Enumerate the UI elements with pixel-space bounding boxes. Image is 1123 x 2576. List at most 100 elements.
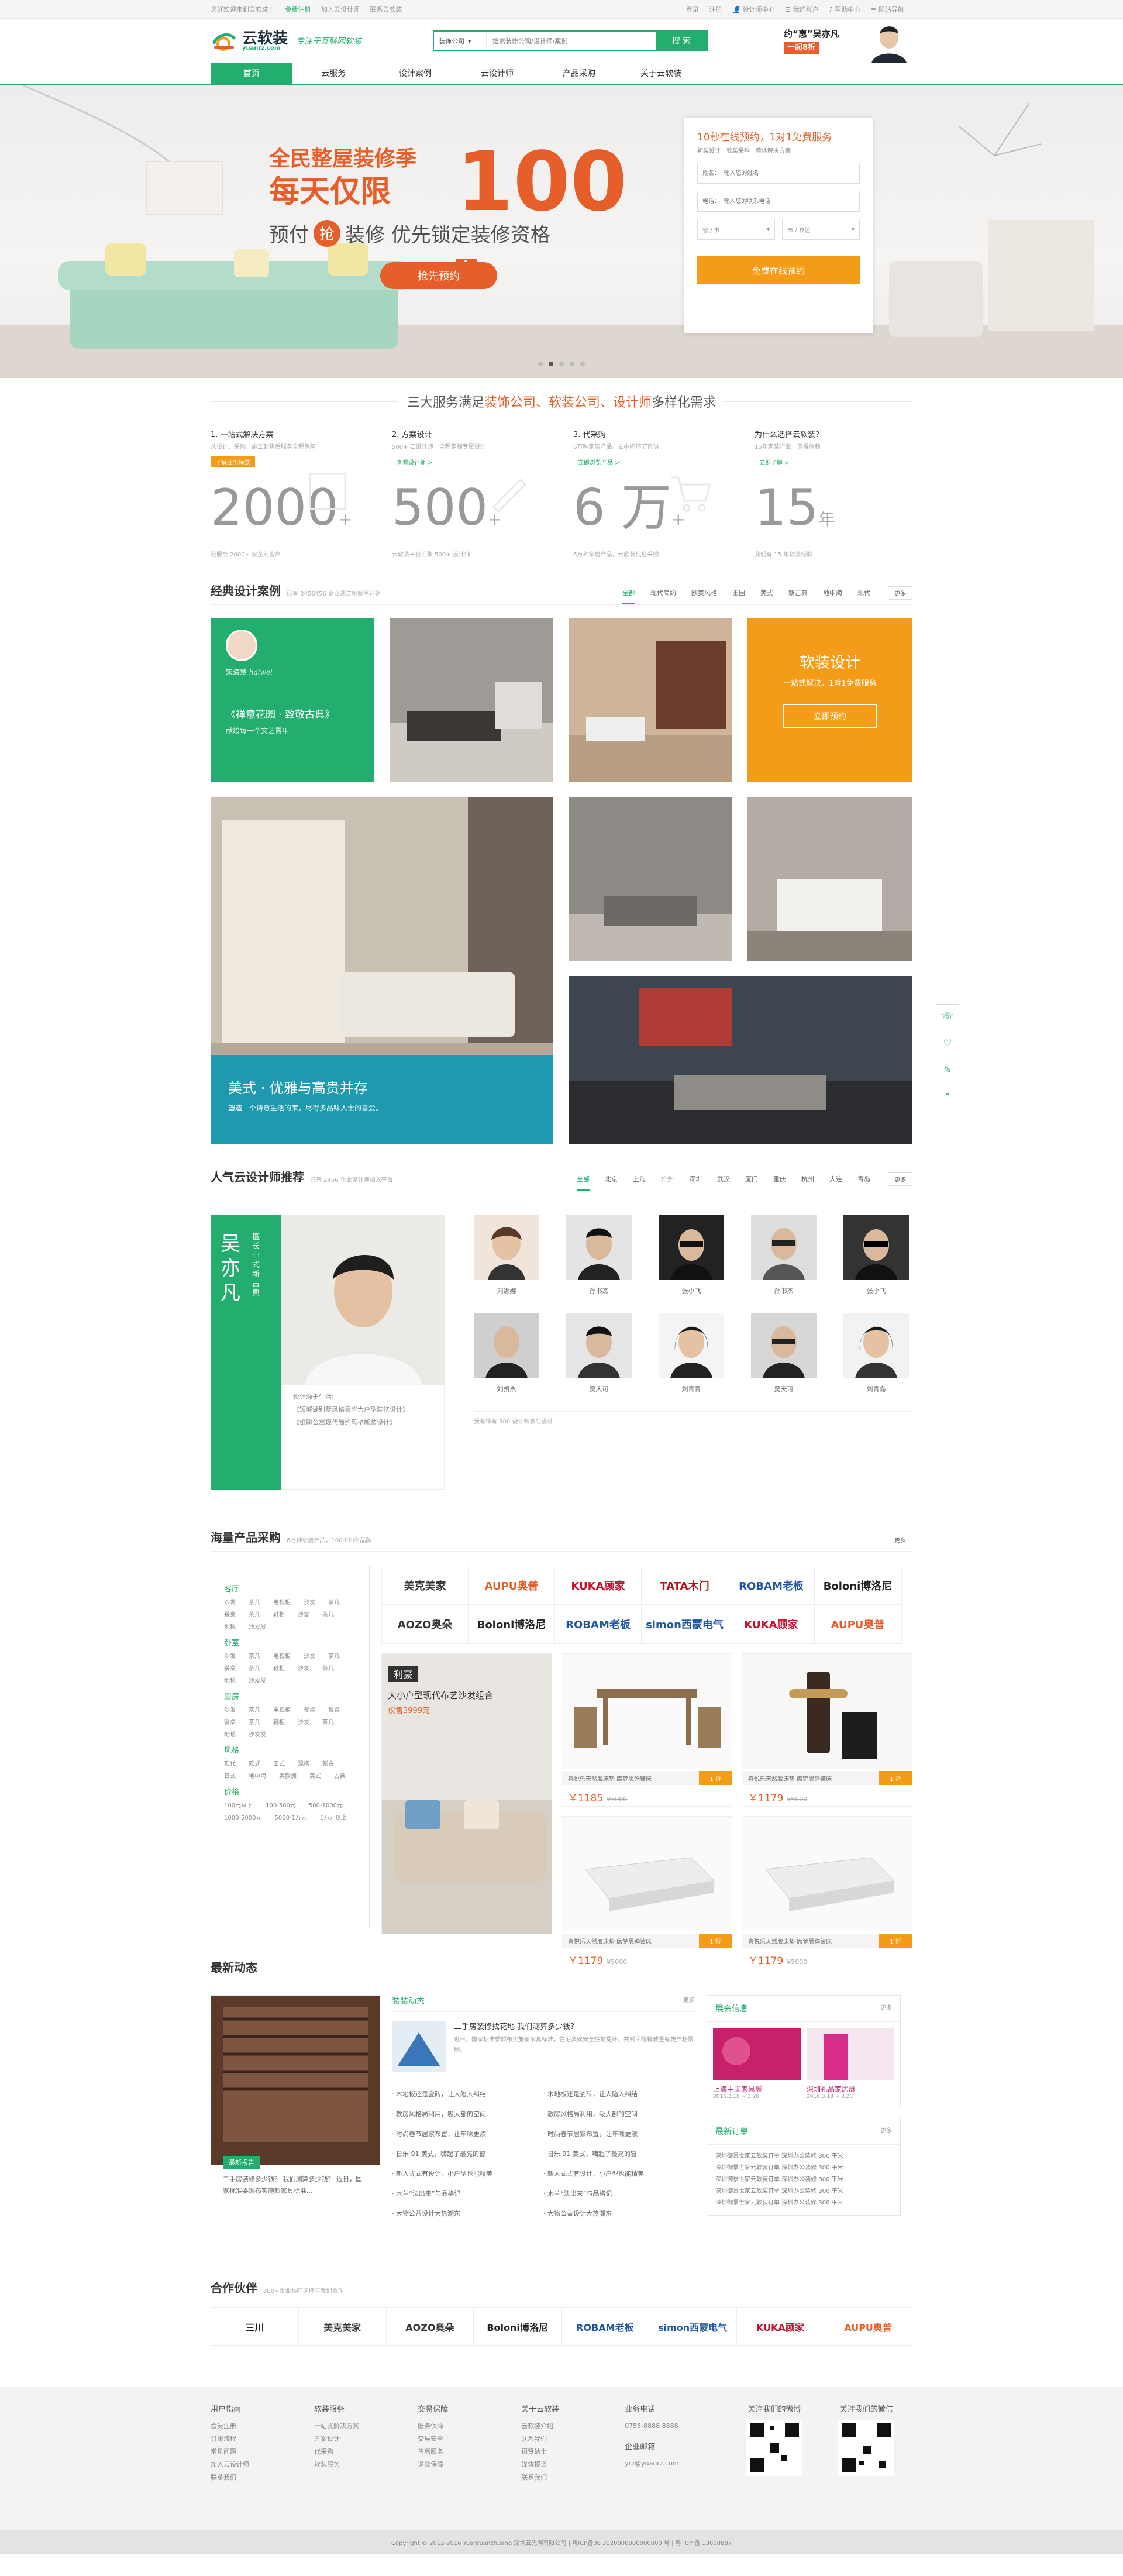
category-link[interactable]: 田式 — [273, 1759, 285, 1767]
category-link[interactable]: 沙发 — [224, 1651, 236, 1660]
city-tab[interactable]: 北京 — [605, 1174, 618, 1191]
city-tab[interactable]: 全部 — [577, 1174, 590, 1191]
designer-item[interactable]: 刘凯杰 — [474, 1313, 539, 1394]
news-feature[interactable]: 最新报告 二手房装修多少钱？ 我们测算多少钱？ 近日，国家标准委颁布实施新家具标… — [211, 1995, 380, 2264]
join-designer-link[interactable]: 加入云设计师 — [321, 5, 360, 14]
brand-logo[interactable]: AOZO奥朵 — [382, 1605, 469, 1643]
category-link[interactable]: 茶几 — [322, 1663, 334, 1672]
brand-logo[interactable]: TATA木门 — [642, 1566, 728, 1605]
designer-work-link[interactable]: 《维聊公寓现代简约风格新装设计》 — [293, 1416, 433, 1429]
category-link[interactable]: 欧式 — [249, 1759, 260, 1767]
category-link[interactable]: 电视柜 — [273, 1597, 291, 1606]
category-link[interactable]: 餐桌 — [328, 1705, 340, 1714]
footer-link[interactable]: 联系我们 — [521, 2433, 625, 2446]
category-link[interactable]: 地毯 — [224, 1622, 236, 1631]
footer-link[interactable]: 联系我们 — [521, 2471, 625, 2484]
category-link[interactable]: 100元以下 — [224, 1800, 253, 1809]
category-link[interactable]: 沙发 — [298, 1717, 309, 1726]
category-link[interactable]: 沙发发 — [249, 1729, 266, 1738]
category-link[interactable]: 沙发 — [224, 1597, 236, 1606]
designers-more-button[interactable]: 更多 — [888, 1172, 912, 1186]
news-item[interactable]: · 大物公益设计大热潮东 — [543, 2204, 695, 2224]
footer-link[interactable]: 交易安全 — [418, 2433, 521, 2446]
category-link[interactable]: 电视柜 — [273, 1705, 291, 1714]
footer-link[interactable]: 服务保障 — [418, 2420, 521, 2433]
category-link[interactable]: 5000-1万元 — [275, 1813, 307, 1821]
contact-link[interactable]: 联系云软装 — [370, 5, 402, 14]
category-link[interactable]: 茶几 — [322, 1717, 334, 1726]
footer-email[interactable]: yrz@yuanrz.com — [625, 2457, 728, 2470]
footer-link[interactable]: 软装服务 — [314, 2458, 418, 2471]
city-tab[interactable]: 厦门 — [745, 1174, 758, 1191]
category-link[interactable]: 混搭 — [298, 1759, 309, 1767]
news-item[interactable]: · 教房风格局利用，吸大部的空间 — [392, 2104, 543, 2124]
book-now-button[interactable]: 抢先预约 — [380, 262, 497, 289]
back-to-top-icon[interactable]: ⌃ — [936, 1085, 959, 1108]
brand-logo[interactable]: 美克美家 — [382, 1566, 469, 1605]
cases-tab[interactable]: 全部 — [622, 588, 635, 604]
news-item[interactable]: · 新人式式有设计，小户型也能精美 — [543, 2164, 695, 2184]
carousel-dot-active[interactable] — [549, 362, 553, 366]
category-link[interactable]: 茶几 — [328, 1597, 340, 1606]
carousel-dot[interactable] — [559, 362, 564, 366]
footer-link[interactable]: 招贤纳士 — [521, 2446, 625, 2458]
product-card[interactable]: 喜悦乐天然胶床垫 席梦思弹簧床 1 折 ￥1179 ¥5000 — [742, 1653, 912, 1807]
brand-logo[interactable]: AUPU奥普 — [469, 1566, 555, 1605]
category-link[interactable]: 餐桌 — [224, 1717, 236, 1726]
featured-case-card[interactable]: 宋海慧 haiwei 《禅意花园 · 致敬古典》 献给每一个文艺青年 — [211, 618, 374, 782]
featured-product[interactable]: 利豪 大小户型现代布艺沙发组合 仅售3999元 — [381, 1653, 552, 1934]
category-link[interactable]: 鞋柜 — [273, 1609, 285, 1618]
province-select[interactable]: 省 / 市 ▾ — [697, 219, 775, 240]
carousel-dot[interactable] — [570, 362, 574, 366]
category-link[interactable]: 美式 — [309, 1771, 321, 1780]
news-item[interactable]: · 时尚春节居家布置，让年味更浓 — [392, 2124, 543, 2144]
category-link[interactable]: 美欧洲 — [279, 1771, 297, 1780]
service-link[interactable]: 了解业务模式 — [211, 456, 255, 467]
category-link[interactable]: 餐桌 — [224, 1609, 236, 1618]
category-link[interactable]: 茶几 — [249, 1597, 260, 1606]
news-item[interactable]: · 新人式式有设计，小户型也能精美 — [392, 2164, 543, 2184]
category-link[interactable]: 茶几 — [249, 1663, 260, 1672]
service-icon[interactable]: ☏ — [936, 1004, 959, 1027]
favorite-icon[interactable]: ♡ — [936, 1031, 959, 1054]
category-link[interactable]: 茶几 — [328, 1651, 340, 1660]
category-link[interactable]: 茶几 — [249, 1609, 260, 1618]
partner-logo[interactable]: AUPU奥普 — [824, 2308, 912, 2345]
service-link[interactable]: 立即浏览产品 > — [573, 456, 625, 467]
news-item[interactable]: · 教房风格局利用，吸大部的空间 — [543, 2104, 695, 2124]
brand-logo[interactable]: ROBAM老板 — [555, 1605, 642, 1643]
designer-item[interactable]: 孙书杰 — [751, 1215, 817, 1295]
cases-tab[interactable]: 欧美风格 — [691, 588, 717, 604]
category-link[interactable]: 电视柜 — [273, 1651, 291, 1660]
service-link[interactable]: 立即了解 > — [755, 456, 794, 467]
nav-cloud-service[interactable]: 云服务 — [292, 63, 374, 84]
news-item[interactable]: · 木兰“法出来”与品格记 — [392, 2184, 543, 2204]
partner-logo[interactable]: 美克美家 — [299, 2308, 387, 2345]
partner-logo[interactable]: 三川 — [211, 2308, 299, 2345]
designer-work-link[interactable]: 《短城湖别墅风格豪华大户型装修设计》 — [293, 1404, 433, 1416]
carousel-dot[interactable] — [538, 362, 543, 366]
partner-logo[interactable]: simon西蒙电气 — [649, 2308, 737, 2345]
partner-logo[interactable]: Boloni博洛尼 — [474, 2308, 562, 2345]
category-link[interactable]: 古典 — [334, 1771, 346, 1780]
category-link[interactable]: 地中海 — [249, 1771, 266, 1780]
city-tab[interactable]: 深圳 — [689, 1174, 702, 1191]
news-item[interactable]: · 木地板还是瓷砖，让人陷入纠结 — [392, 2085, 543, 2104]
cases-tab[interactable]: 现代 — [857, 588, 870, 604]
footer-link[interactable]: 售后服务 — [418, 2446, 521, 2458]
brand-logo[interactable]: Boloni博洛尼 — [469, 1605, 555, 1643]
category-link[interactable]: 鞋柜 — [273, 1663, 285, 1672]
celebrity-promo[interactable]: 约“惠”吴亦凡 一起8折 — [784, 19, 912, 63]
category-link[interactable]: 茶几 — [249, 1717, 260, 1726]
news-item[interactable]: · 大物公益设计大热潮东 — [392, 2204, 543, 2224]
search-category-select[interactable]: 装饰公司 ▾ — [434, 32, 487, 50]
category-link[interactable]: 茶几 — [249, 1651, 260, 1660]
brand-logo[interactable]: simon西蒙电气 — [642, 1605, 728, 1643]
cases-tab[interactable]: 田园 — [732, 588, 745, 604]
category-link[interactable]: 地毯 — [224, 1729, 236, 1738]
category-link[interactable]: 地毯 — [224, 1676, 236, 1684]
product-card[interactable]: 喜悦乐天然胶床垫 席梦思弹簧床 1 折 ￥1179 ¥5000 — [562, 1816, 732, 1969]
nav-about[interactable]: 关于云软装 — [620, 63, 702, 84]
category-link[interactable]: 1万元以上 — [320, 1813, 347, 1821]
nav-home[interactable]: 首页 — [211, 63, 292, 84]
